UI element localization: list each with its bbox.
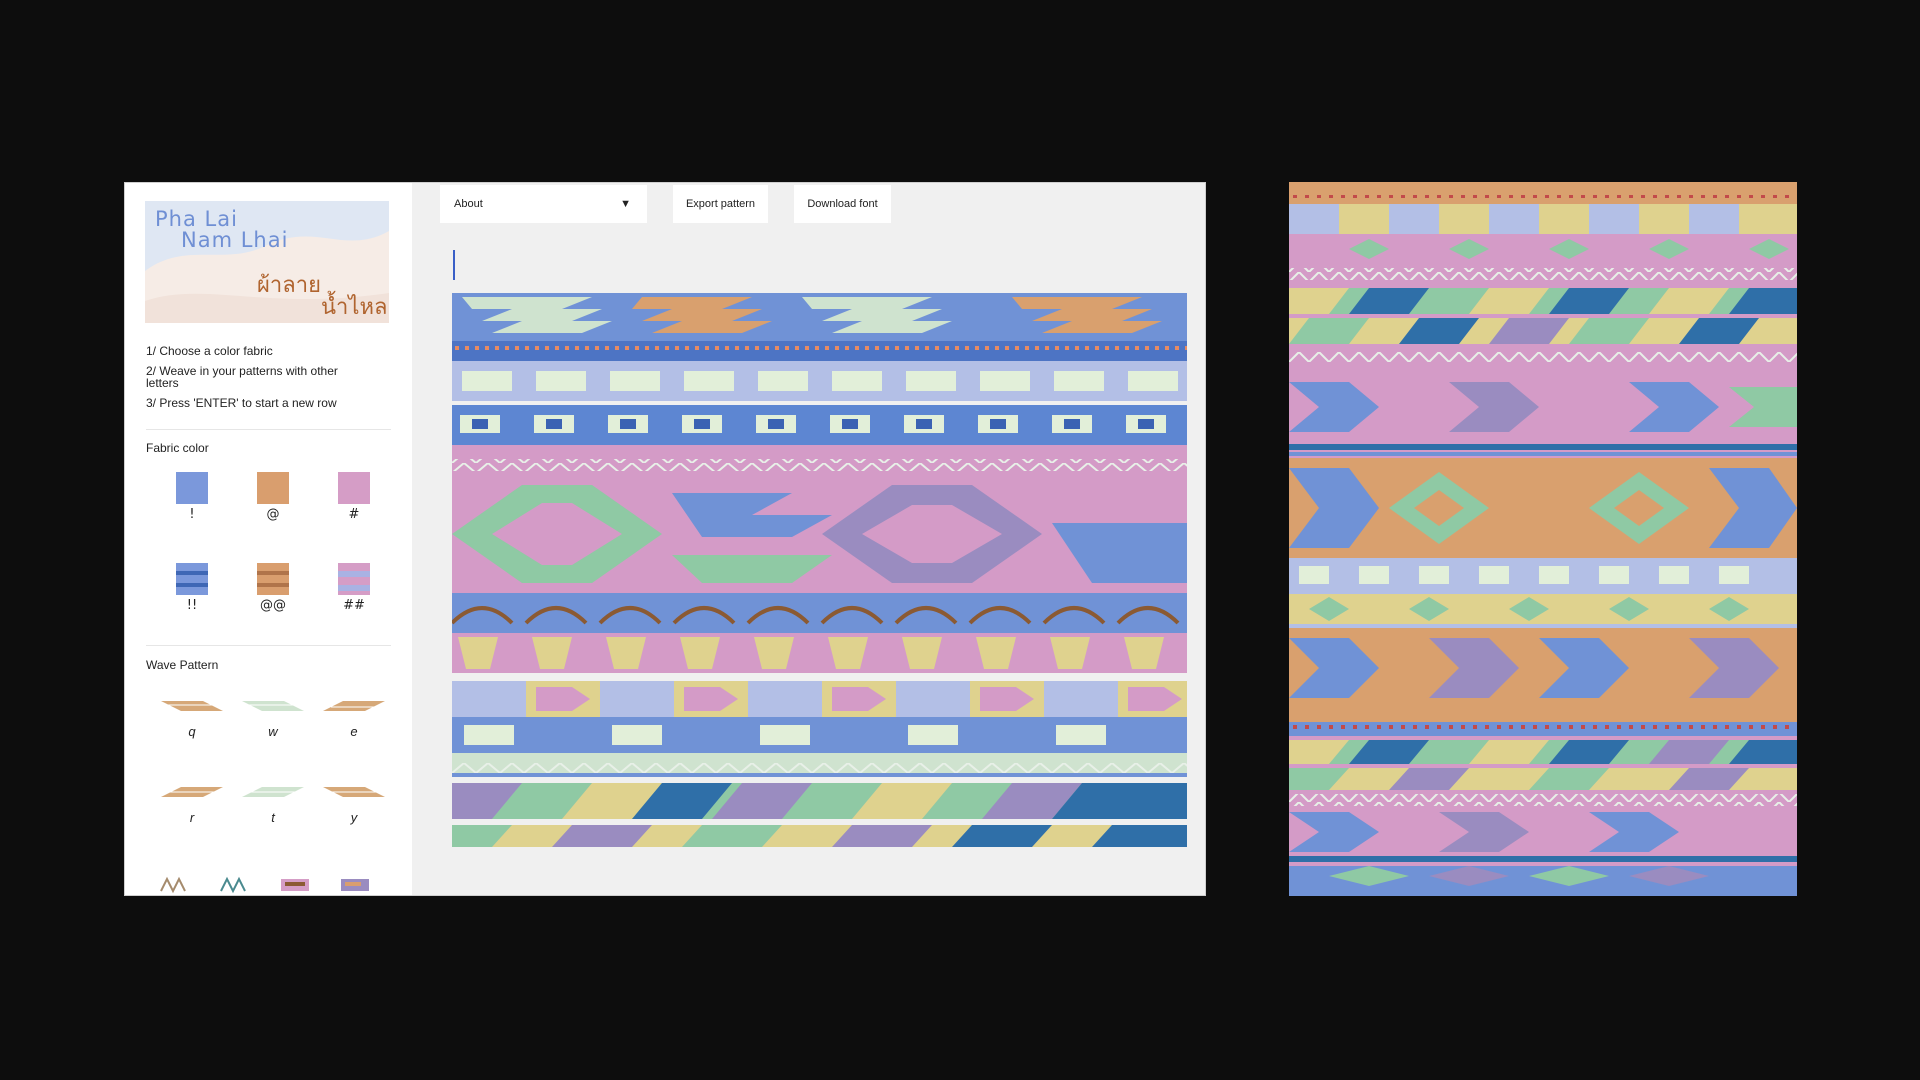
wave-q-icon (161, 701, 223, 711)
wave-e-icon (323, 701, 385, 711)
sidebar: Pha Lai Nam Lhai ผ้าลาย น้ำไหล 1/ Choose… (125, 183, 412, 895)
wave-title: Wave Pattern (146, 658, 219, 672)
pattern-canvas[interactable] (452, 293, 1187, 861)
logo-title-th-1: ผ้าลาย (257, 273, 321, 298)
wave-y-icon (323, 787, 385, 797)
swatch-blue (176, 472, 208, 504)
fabric-swatch-pink-striped[interactable]: ## (324, 563, 384, 613)
about-dropdown[interactable]: About ▼ (440, 185, 647, 223)
fabric-preview (1289, 182, 1797, 896)
swatch-label: # (348, 507, 360, 522)
swatch-label: !! (186, 598, 198, 613)
fabric-swatch-orange-striped[interactable]: @@ (243, 563, 303, 613)
wave-pattern-e[interactable]: e (314, 697, 394, 739)
wave-r-icon (161, 787, 223, 797)
swatch-label: @ (266, 507, 280, 522)
wave-label: r (189, 810, 195, 825)
instruction-step-1: 1/ Choose a color fabric (146, 344, 273, 358)
wave-label: t (271, 810, 275, 825)
swatch-label: ! (189, 507, 195, 522)
swatch-blue-striped (176, 563, 208, 595)
wave-label: y (350, 810, 358, 825)
wave-pattern-r[interactable]: r (152, 783, 232, 825)
divider (146, 645, 391, 646)
wave-pattern-y[interactable]: y (314, 783, 394, 825)
app-window: Pha Lai Nam Lhai ผ้าลาย น้ำไหล 1/ Choose… (124, 182, 1206, 896)
wave-label: e (350, 724, 358, 739)
fabric-preview-art (1289, 182, 1797, 896)
fabric-swatch-blue-striped[interactable]: !! (162, 563, 222, 613)
wave-pattern-w[interactable]: w (233, 697, 313, 739)
download-font-button[interactable]: Download font (794, 185, 891, 223)
swatch-label: ## (343, 598, 365, 613)
fabric-swatch-orange[interactable]: @ (243, 472, 303, 522)
logo-title-en-2: Nam Lhai (181, 228, 289, 252)
wave-t-icon (242, 787, 304, 797)
fabric-swatch-blue[interactable]: ! (162, 472, 222, 522)
more-patterns-icon[interactable] (159, 873, 389, 895)
logo: Pha Lai Nam Lhai ผ้าลาย น้ำไหล (145, 201, 389, 323)
wave-pattern-t[interactable]: t (233, 783, 313, 825)
logo-title-th-2: น้ำไหล (321, 295, 388, 320)
wave-pattern-q[interactable]: q (152, 697, 232, 739)
wave-w-icon (242, 701, 304, 711)
about-label: About (454, 198, 483, 210)
instruction-step-3: 3/ Press 'ENTER' to start a new row (146, 396, 337, 410)
swatch-orange-striped (257, 563, 289, 595)
instruction-step-2: 2/ Weave in your patterns with other let… (146, 364, 338, 390)
woven-pattern-preview (452, 293, 1187, 847)
wave-label: q (188, 724, 196, 739)
divider (146, 429, 391, 430)
swatch-pink (338, 472, 370, 504)
instructions: 1/ Choose a color fabric 2/ Weave in you… (146, 345, 391, 417)
swatch-orange (257, 472, 289, 504)
fabric-title: Fabric color (146, 441, 209, 455)
fabric-swatch-pink[interactable]: # (324, 472, 384, 522)
wave-label: w (268, 724, 278, 739)
swatch-label: @@ (260, 598, 286, 613)
text-cursor[interactable] (453, 250, 455, 280)
swatch-pink-striped (338, 563, 370, 595)
export-pattern-button[interactable]: Export pattern (673, 185, 768, 223)
dropdown-arrow-icon: ▼ (620, 198, 631, 210)
